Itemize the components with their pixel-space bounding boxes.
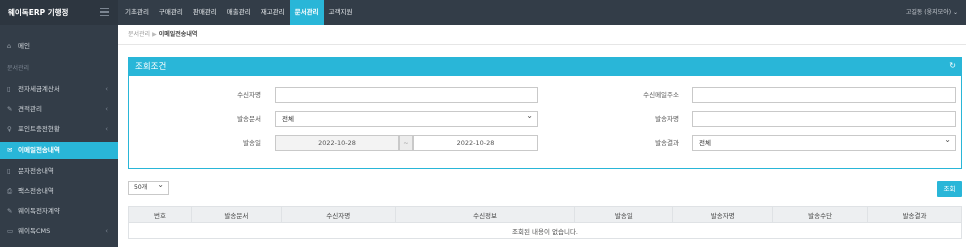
sidebar-item-email-history[interactable]: ✉ 이메일전송내역 xyxy=(0,142,118,159)
document-type-select[interactable]: 전체 xyxy=(275,109,538,127)
results-table: 번호 발송문서 수신자명 수신정보 발송일 발송자명 발송수단 발송결과 조회된… xyxy=(128,206,962,239)
breadcrumb: 문서관리 ▶ 이메일전송내역 xyxy=(128,28,197,42)
top-nav-item[interactable]: 기초관리 xyxy=(120,0,154,25)
chevron-left-icon: ‹ xyxy=(105,227,108,235)
search-panel-title: 조회조건 xyxy=(129,58,961,76)
user-menu[interactable]: 고길동 (웅지모아) ⌄ xyxy=(906,0,958,25)
column-header[interactable]: 번호 xyxy=(128,206,192,223)
chevron-left-icon: ‹ xyxy=(105,125,108,133)
breadcrumb-separator-icon: ▶ xyxy=(152,31,157,38)
sidebar: ⌂ 메인 문서관리 ▯ 전자세금계산서 ‹ ✎ 견적관리 ‹ ♀ 포인트충전현황 ‹ ✉ 이메일… xyxy=(0,25,118,247)
sidebar-item-tax-invoice[interactable]: ▯ 전자세금계산서 ‹ xyxy=(0,81,118,98)
page-title: 이메일전송내역 xyxy=(158,31,198,38)
sender-name-input[interactable] xyxy=(692,111,956,127)
edit-icon: ✎ xyxy=(7,207,13,215)
sidebar-item-home[interactable]: ⌂ 메인 xyxy=(0,38,118,55)
column-header[interactable]: 발송자명 xyxy=(672,206,774,223)
chevron-left-icon: ‹ xyxy=(105,105,108,113)
sidebar-item-cms[interactable]: ▭ 웨이독CMS ‹ xyxy=(0,223,118,240)
table-row: 조회된 내용이 없습니다. xyxy=(128,222,962,239)
sidebar-item-quote[interactable]: ✎ 견적관리 ‹ xyxy=(0,101,118,118)
send-result-label: 발송결과 xyxy=(655,139,679,147)
sidebar-item-sms-history[interactable]: ▯ 문자전송내역 xyxy=(0,163,118,180)
search-panel: 조회조건 ↻ 수신자명 수신메일주소 발송문서 전체 발송자명 발송일 2022… xyxy=(128,57,962,169)
sidebar-item-label: 문자전송내역 xyxy=(18,167,54,175)
table-header-row: 번호 발송문서 수신자명 수신정보 발송일 발송자명 발송수단 발송결과 xyxy=(128,206,962,223)
refresh-icon[interactable]: ↻ xyxy=(949,61,956,70)
sidebar-item-label: 전자세금계산서 xyxy=(18,85,60,93)
sidebar-item-label: 팩스전송내역 xyxy=(18,187,54,195)
mail-icon: ✉ xyxy=(7,146,13,154)
sidebar-item-label: 포인트충전현황 xyxy=(18,125,60,133)
recipient-name-input[interactable] xyxy=(275,87,538,103)
divider xyxy=(118,44,966,45)
menu-toggle-icon[interactable] xyxy=(100,8,109,16)
date-range-tilde: ~ xyxy=(399,135,413,151)
top-nav-item[interactable]: 재고관리 xyxy=(256,0,290,25)
top-nav-item-active[interactable]: 문서관리 xyxy=(289,0,324,25)
document-type-label: 발송문서 xyxy=(237,115,261,123)
column-header[interactable]: 수신정보 xyxy=(394,206,576,223)
recipient-email-input[interactable] xyxy=(692,87,956,103)
sidebar-item-label: 이메일전송내역 xyxy=(18,146,60,154)
edit-icon: ✎ xyxy=(7,105,13,113)
column-header[interactable]: 발송일 xyxy=(574,206,674,223)
send-date-label: 발송일 xyxy=(243,139,261,147)
search-button[interactable]: 조회 xyxy=(937,181,962,197)
sidebar-section-title: 문서관리 xyxy=(7,65,30,72)
sidebar-item-points[interactable]: ♀ 포인트충전현황 ‹ xyxy=(0,121,118,138)
top-nav: 기초관리 구매관리 판매관리 매출관리 재고관리 문서관리 고객지원 xyxy=(120,0,357,25)
date-to-input[interactable]: 2022-10-28 xyxy=(413,135,538,151)
per-page-select[interactable]: 50개 xyxy=(128,179,169,195)
recipient-email-label: 수신메일주소 xyxy=(643,91,679,99)
top-nav-item[interactable]: 구매관리 xyxy=(154,0,188,25)
bulb-icon: ♀ xyxy=(7,125,12,133)
column-header[interactable]: 수신자명 xyxy=(280,206,396,223)
column-header[interactable]: 발송문서 xyxy=(190,206,282,223)
sidebar-item-label: 메인 xyxy=(18,42,30,50)
home-icon: ⌂ xyxy=(7,42,12,50)
sidebar-item-label: 웨이독CMS xyxy=(18,227,51,235)
date-from-input[interactable]: 2022-10-28 xyxy=(275,135,399,151)
chevron-left-icon: ‹ xyxy=(105,85,108,93)
card-icon: ▭ xyxy=(7,227,14,235)
sender-name-label: 발송자명 xyxy=(655,115,679,123)
breadcrumb-parent[interactable]: 문서관리 xyxy=(128,31,150,38)
sidebar-item-label: 견적관리 xyxy=(18,105,42,113)
mobile-icon: ▯ xyxy=(7,167,11,175)
recipient-name-label: 수신자명 xyxy=(237,91,261,99)
sidebar-item-label: 웨이독전자계약 xyxy=(18,207,60,215)
top-nav-item[interactable]: 고객지원 xyxy=(324,0,358,25)
sidebar-item-fax-history[interactable]: ⎙ 팩스전송내역 xyxy=(0,183,118,200)
empty-message: 조회된 내용이 없습니다. xyxy=(128,222,962,239)
column-header[interactable]: 발송결과 xyxy=(867,206,962,223)
document-icon: ▯ xyxy=(7,85,11,93)
top-nav-item[interactable]: 판매관리 xyxy=(188,0,222,25)
send-result-select[interactable]: 전체 xyxy=(692,133,956,151)
top-bar: 웨이독ERP 기행정 기초관리 구매관리 판매관리 매출관리 재고관리 문서관리… xyxy=(0,0,966,25)
sidebar-item-e-contract[interactable]: ✎ 웨이독전자계약 xyxy=(0,203,118,220)
fax-icon: ⎙ xyxy=(7,187,13,195)
top-nav-item[interactable]: 매출관리 xyxy=(222,0,256,25)
column-header[interactable]: 발송수단 xyxy=(772,206,869,223)
